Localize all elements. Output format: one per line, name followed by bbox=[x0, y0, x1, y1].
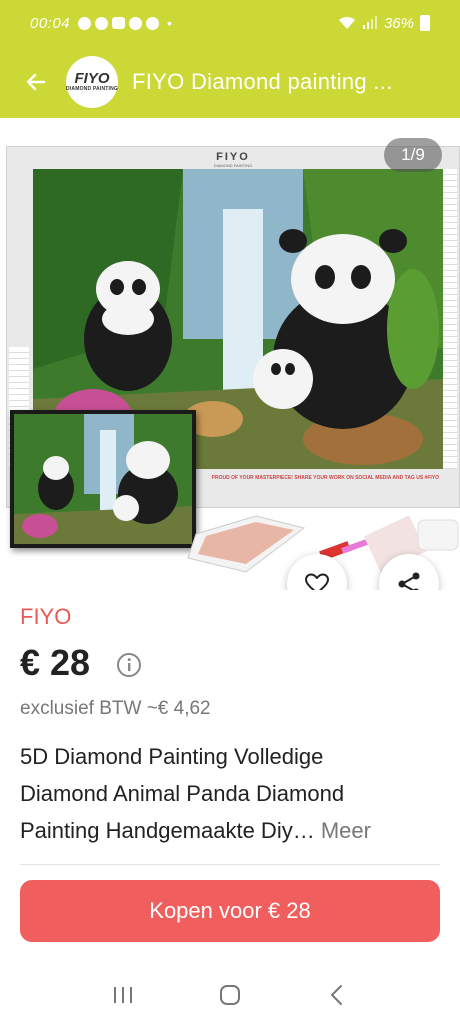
framed-preview bbox=[10, 410, 196, 548]
more-link[interactable]: Meer bbox=[321, 818, 371, 843]
shop-logo[interactable]: FIYO DIAMOND PAINTING bbox=[66, 56, 118, 108]
diamond-tray bbox=[187, 515, 306, 573]
battery-icon bbox=[420, 15, 430, 31]
system-back-button[interactable] bbox=[317, 975, 357, 1015]
image-counter: 1/9 bbox=[384, 138, 442, 172]
gallery-icon bbox=[112, 17, 126, 29]
more-notifications-icon: • bbox=[167, 15, 172, 31]
product-title: 5D Diamond Painting Volledige Diamond An… bbox=[20, 738, 440, 849]
seller-name[interactable]: FIYO bbox=[20, 604, 71, 630]
heart-icon bbox=[305, 573, 329, 590]
price: € 28 bbox=[20, 642, 91, 683]
color-legend bbox=[443, 169, 457, 469]
product-title-line: Diamond Animal Panda Diamond bbox=[20, 781, 345, 806]
whatsapp-icon bbox=[78, 16, 92, 30]
chevron-left-icon bbox=[330, 985, 342, 1005]
page-title: FIYO Diamond painting ... bbox=[132, 69, 393, 94]
notification-icons: • bbox=[78, 15, 172, 31]
product-title-line-last: Painting Handgemaakte Diy… Meer bbox=[20, 812, 440, 849]
back-arrow-icon bbox=[26, 73, 46, 91]
logo-subtext: DIAMOND PAINTING bbox=[66, 86, 118, 92]
product-title-line: Painting Handgemaakte Diy… bbox=[20, 818, 315, 843]
pinterest-icon bbox=[129, 16, 143, 30]
recent-apps-button[interactable] bbox=[103, 975, 143, 1015]
framed-panda-artwork bbox=[14, 414, 192, 544]
info-icon[interactable] bbox=[116, 652, 142, 678]
status-time: 00:04 bbox=[30, 14, 71, 32]
product-image-carousel[interactable]: FIYO DIAMOND PAINTING PROUD OF YOUR MAST… bbox=[0, 118, 460, 590]
signal-icon bbox=[362, 16, 377, 29]
app-bar: FIYO DIAMOND PAINTING FIYO Diamond paint… bbox=[0, 46, 460, 118]
buy-button[interactable]: Kopen voor € 28 bbox=[20, 880, 440, 942]
home-button[interactable] bbox=[210, 975, 250, 1015]
divider bbox=[20, 864, 440, 865]
back-button[interactable] bbox=[14, 60, 58, 104]
vat-note: exclusief BTW ~€ 4,62 bbox=[20, 698, 211, 719]
status-right: 36% bbox=[338, 15, 430, 32]
canvas-footer-text: PROUD OF YOUR MASTERPIECE! SHARE YOUR WO… bbox=[211, 475, 439, 481]
home-icon bbox=[219, 985, 240, 1005]
product-title-line: 5D Diamond Painting Volledige bbox=[20, 744, 324, 769]
share-icon bbox=[398, 572, 420, 590]
facebook-icon bbox=[95, 16, 109, 30]
recent-apps-icon bbox=[114, 987, 133, 1003]
wifi-icon bbox=[338, 16, 355, 29]
battery-level: 36% bbox=[383, 14, 414, 32]
system-nav-bar bbox=[0, 966, 460, 1024]
logo-text: FIYO bbox=[74, 70, 110, 87]
pinterest-icon bbox=[146, 16, 160, 30]
status-bar: 00:04 • 36% bbox=[0, 0, 460, 46]
